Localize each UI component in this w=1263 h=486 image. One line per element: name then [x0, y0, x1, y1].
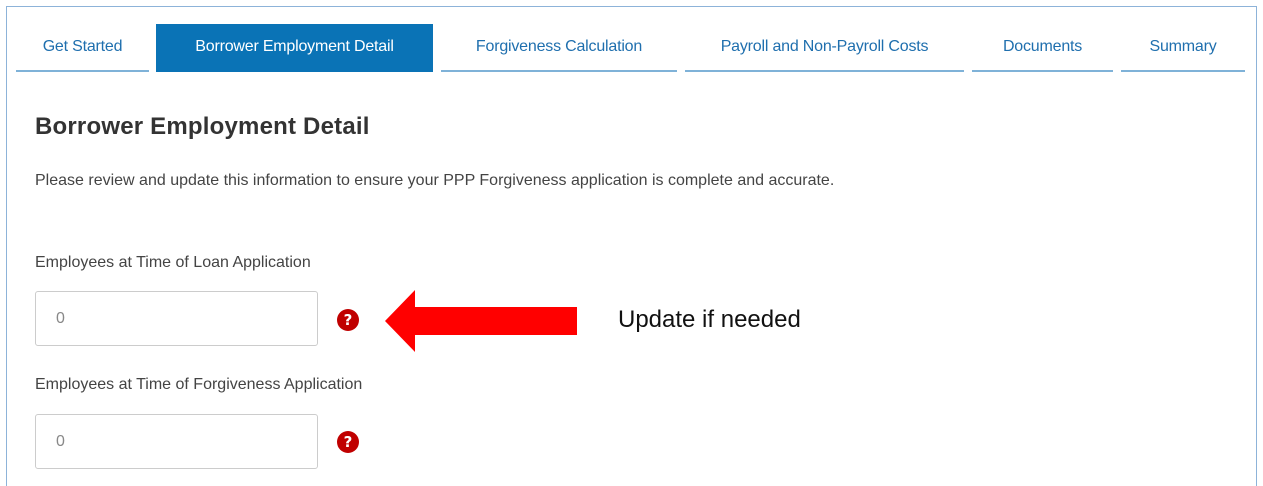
tab-borrower-employment-detail[interactable]: Borrower Employment Detail [156, 24, 433, 72]
left-arrow-icon [385, 290, 577, 357]
tab-get-started[interactable]: Get Started [16, 24, 149, 72]
forgiveness-employees-input[interactable] [35, 414, 318, 469]
tab-summary[interactable]: Summary [1121, 24, 1245, 72]
tab-forgiveness-calculation[interactable]: Forgiveness Calculation [441, 24, 677, 72]
page-title: Borrower Employment Detail [35, 113, 370, 140]
page-description: Please review and update this informatio… [35, 172, 835, 189]
loan-employees-input[interactable] [35, 291, 318, 346]
question-circle-icon[interactable]: ? [337, 431, 359, 453]
tab-documents[interactable]: Documents [972, 24, 1113, 72]
loan-employees-label: Employees at Time of Loan Application [35, 254, 311, 271]
question-circle-icon[interactable]: ? [337, 309, 359, 331]
annotation-note: Update if needed [618, 306, 801, 333]
forgiveness-employees-label: Employees at Time of Forgiveness Applica… [35, 376, 363, 393]
tab-payroll-costs[interactable]: Payroll and Non-Payroll Costs [685, 24, 964, 72]
